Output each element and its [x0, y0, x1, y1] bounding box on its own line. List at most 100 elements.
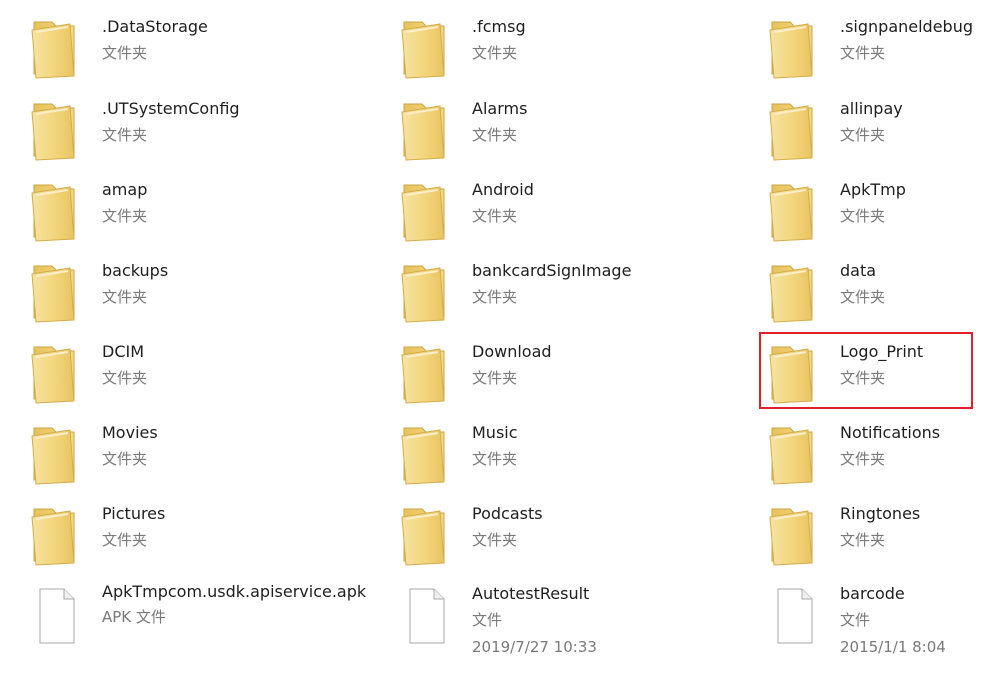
item-text: Android 文件夹 — [472, 176, 757, 230]
item-name: amap — [102, 180, 148, 199]
folder-icon — [768, 262, 824, 324]
item-type: 文件夹 — [102, 207, 148, 225]
item-type: 文件 — [472, 611, 503, 629]
item-type: 文件夹 — [102, 369, 148, 387]
item-type: 文件夹 — [472, 531, 518, 549]
item-name: AutotestResult — [472, 584, 590, 603]
item-text: Movies 文件夹 — [102, 419, 387, 473]
folder-icon — [30, 424, 86, 486]
folder-item[interactable]: data 文件夹 — [768, 260, 1000, 326]
folder-icon — [30, 18, 86, 80]
folder-icon — [30, 100, 86, 162]
folder-item[interactable]: Ringtones 文件夹 — [768, 503, 1000, 569]
item-text: .signpaneldebug 文件夹 — [840, 13, 1000, 67]
item-name: bankcardSignImage — [472, 261, 632, 280]
file-item[interactable]: ApkTmpcom.usdk.apiservice.apk APK 文件 — [30, 582, 366, 649]
folder-item[interactable]: Movies 文件夹 — [30, 422, 360, 488]
item-type: 文件夹 — [102, 531, 148, 549]
folder-icon — [30, 505, 86, 567]
item-type: APK 文件 — [102, 608, 166, 626]
item-text: .UTSystemConfig 文件夹 — [102, 95, 387, 149]
folder-icon — [768, 505, 824, 567]
item-name: .fcmsg — [472, 17, 526, 36]
folder-icon — [30, 262, 86, 324]
folder-item[interactable]: .signpaneldebug 文件夹 — [768, 16, 1000, 82]
file-item[interactable]: AutotestResult 文件 2019/7/27 10:33 — [400, 583, 730, 656]
folder-item[interactable]: Alarms 文件夹 — [400, 98, 730, 164]
file-icon — [400, 585, 456, 647]
folder-item[interactable]: DCIM 文件夹 — [30, 341, 360, 407]
folder-item[interactable]: Notifications 文件夹 — [768, 422, 1000, 488]
folder-item[interactable]: Download 文件夹 — [400, 341, 730, 407]
item-type: 文件夹 — [472, 207, 518, 225]
highlight-box — [759, 332, 973, 409]
folder-icon — [400, 181, 456, 243]
item-text: ApkTmp 文件夹 — [840, 176, 1000, 230]
item-type: 文件夹 — [472, 288, 518, 306]
item-type: 文件夹 — [102, 44, 148, 62]
folder-item[interactable]: Podcasts 文件夹 — [400, 503, 730, 569]
folder-item[interactable]: backups 文件夹 — [30, 260, 360, 326]
folder-icon — [400, 100, 456, 162]
folder-item[interactable]: .fcmsg 文件夹 — [400, 16, 730, 82]
item-date: 2015/1/1 8:04 — [840, 638, 946, 656]
folder-item[interactable]: ApkTmp 文件夹 — [768, 179, 1000, 245]
item-type: 文件 — [840, 611, 871, 629]
folder-icon — [400, 424, 456, 486]
item-type: 文件夹 — [840, 450, 886, 468]
item-name: Download — [472, 342, 552, 361]
item-name: data — [840, 261, 877, 280]
folder-icon — [768, 181, 824, 243]
folder-icon — [400, 505, 456, 567]
item-name: ApkTmpcom.usdk.apiservice.apk — [102, 582, 367, 601]
item-text: Alarms 文件夹 — [472, 95, 757, 149]
item-name: allinpay — [840, 99, 903, 118]
item-name: Notifications — [840, 423, 941, 442]
item-name: backups — [102, 261, 169, 280]
file-icon — [30, 585, 86, 647]
folder-item[interactable]: Pictures 文件夹 — [30, 503, 360, 569]
item-type: 文件夹 — [102, 450, 148, 468]
item-text: Pictures 文件夹 — [102, 500, 387, 554]
item-type: 文件夹 — [102, 288, 148, 306]
folder-item[interactable]: bankcardSignImage 文件夹 — [400, 260, 730, 326]
item-type: 文件夹 — [472, 369, 518, 387]
folder-icon — [768, 100, 824, 162]
item-type: 文件夹 — [472, 126, 518, 144]
item-type: 文件夹 — [840, 44, 886, 62]
folder-item[interactable]: .DataStorage 文件夹 — [30, 16, 360, 82]
folder-item[interactable]: allinpay 文件夹 — [768, 98, 1000, 164]
item-text: Download 文件夹 — [472, 338, 757, 392]
item-text: Ringtones 文件夹 — [840, 500, 1000, 554]
item-type: 文件夹 — [840, 531, 886, 549]
folder-item[interactable]: Android 文件夹 — [400, 179, 730, 245]
folder-icon — [400, 262, 456, 324]
item-text: Notifications 文件夹 — [840, 419, 1000, 473]
item-name: .DataStorage — [102, 17, 208, 36]
item-text: barcode 文件 2015/1/1 8:04 — [840, 580, 1000, 661]
item-name: barcode — [840, 584, 905, 603]
folder-icon — [30, 343, 86, 405]
item-type: 文件夹 — [840, 207, 886, 225]
folder-item[interactable]: Music 文件夹 — [400, 422, 730, 488]
item-text: .DataStorage 文件夹 — [102, 13, 387, 67]
folder-item[interactable]: .UTSystemConfig 文件夹 — [30, 98, 360, 164]
item-name: .UTSystemConfig — [102, 99, 240, 118]
item-text: Music 文件夹 — [472, 419, 757, 473]
item-name: Android — [472, 180, 534, 199]
item-type: 文件夹 — [472, 44, 518, 62]
item-name: Ringtones — [840, 504, 921, 523]
item-date: 2019/7/27 10:33 — [472, 638, 597, 656]
item-name: Music — [472, 423, 518, 442]
folder-item[interactable]: amap 文件夹 — [30, 179, 360, 245]
file-icon — [768, 585, 824, 647]
file-item[interactable]: barcode 文件 2015/1/1 8:04 — [768, 583, 1000, 656]
item-text: bankcardSignImage 文件夹 — [472, 257, 757, 311]
item-text: amap 文件夹 — [102, 176, 387, 230]
item-text: .fcmsg 文件夹 — [472, 13, 757, 67]
item-name: ApkTmp — [840, 180, 906, 199]
item-text: AutotestResult 文件 2019/7/27 10:33 — [472, 580, 757, 661]
item-text: data 文件夹 — [840, 257, 1000, 311]
item-text: DCIM 文件夹 — [102, 338, 387, 392]
item-name: Alarms — [472, 99, 528, 118]
